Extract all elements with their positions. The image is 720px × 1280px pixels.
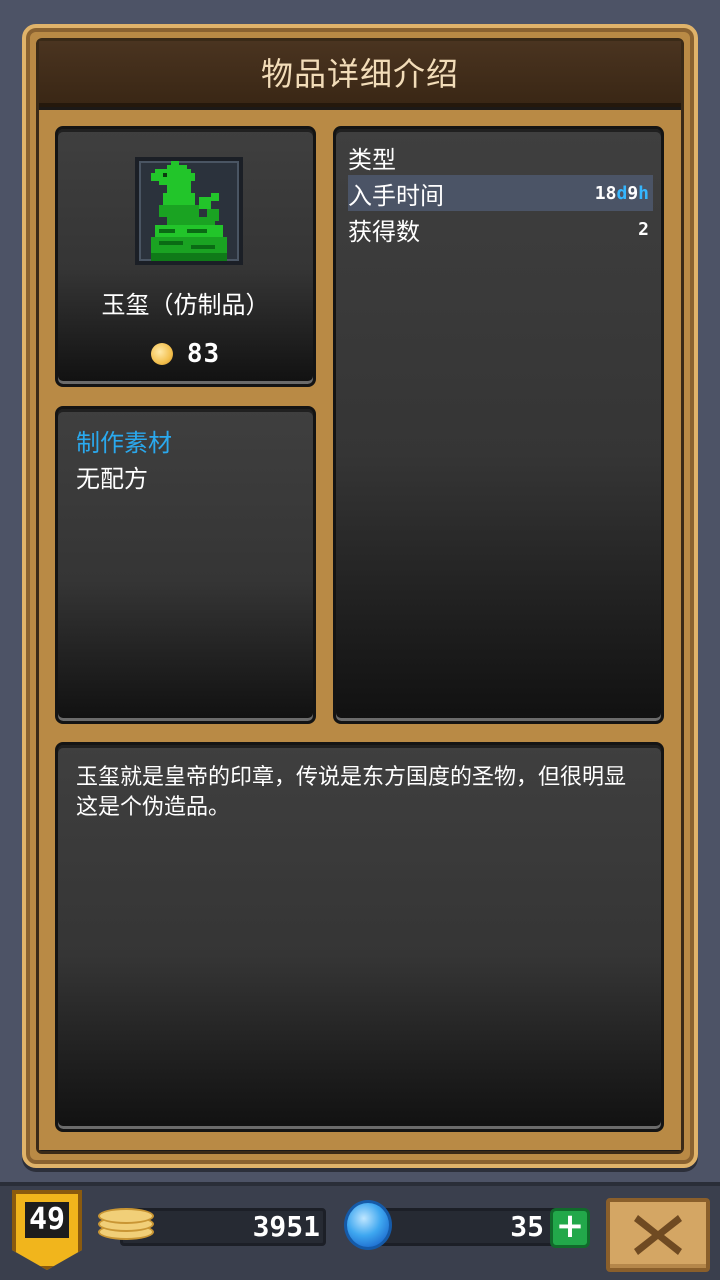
- item-panel: 玉玺（仿制品） 83: [55, 126, 316, 387]
- info-panel: 类型 入手时间 18d9h 获得数 2: [333, 126, 664, 724]
- player-level: 49: [24, 1202, 70, 1238]
- info-row-obtained-count: 获得数 2: [348, 211, 653, 247]
- close-icon: [634, 1215, 682, 1255]
- description-panel: 玉玺就是皇帝的印章，传说是东方国度的圣物，但很明显这是个伪造品。: [55, 742, 664, 1132]
- dialog-title-bar: 物品详细介绍: [39, 41, 681, 107]
- info-label: 入手时间: [348, 181, 444, 210]
- gem-amount: 35: [510, 1210, 544, 1243]
- info-label: 类型: [348, 145, 396, 174]
- info-value: 2: [638, 218, 649, 240]
- coin-icon: [150, 343, 173, 365]
- description-text: 玉玺就是皇帝的印章，传说是东方国度的圣物，但很明显这是个伪造品。: [76, 765, 627, 820]
- add-gems-button[interactable]: +: [550, 1208, 590, 1248]
- info-label: 获得数: [348, 217, 420, 246]
- info-value: 18d9h: [594, 182, 649, 204]
- jade-seal-icon: [151, 161, 227, 261]
- craft-panel: 制作素材 无配方: [55, 406, 316, 724]
- dialog-title: 物品详细介绍: [260, 55, 459, 93]
- plus-icon: +: [555, 1206, 585, 1246]
- craft-recipe-text: 无配方: [76, 465, 148, 493]
- craft-title: 制作素材: [76, 429, 172, 457]
- gold-coins-icon: [98, 1204, 154, 1244]
- item-price: 83: [58, 339, 313, 369]
- item-price-value: 83: [186, 339, 221, 369]
- info-row-acquired-time: 入手时间 18d9h: [348, 175, 653, 211]
- close-button[interactable]: [606, 1198, 710, 1272]
- item-name: 玉玺（仿制品）: [101, 291, 270, 319]
- gold-amount: 3951: [252, 1210, 320, 1243]
- info-row-type: 类型: [348, 139, 653, 175]
- blue-gem-icon: [344, 1200, 392, 1250]
- item-icon-slot: [135, 157, 243, 265]
